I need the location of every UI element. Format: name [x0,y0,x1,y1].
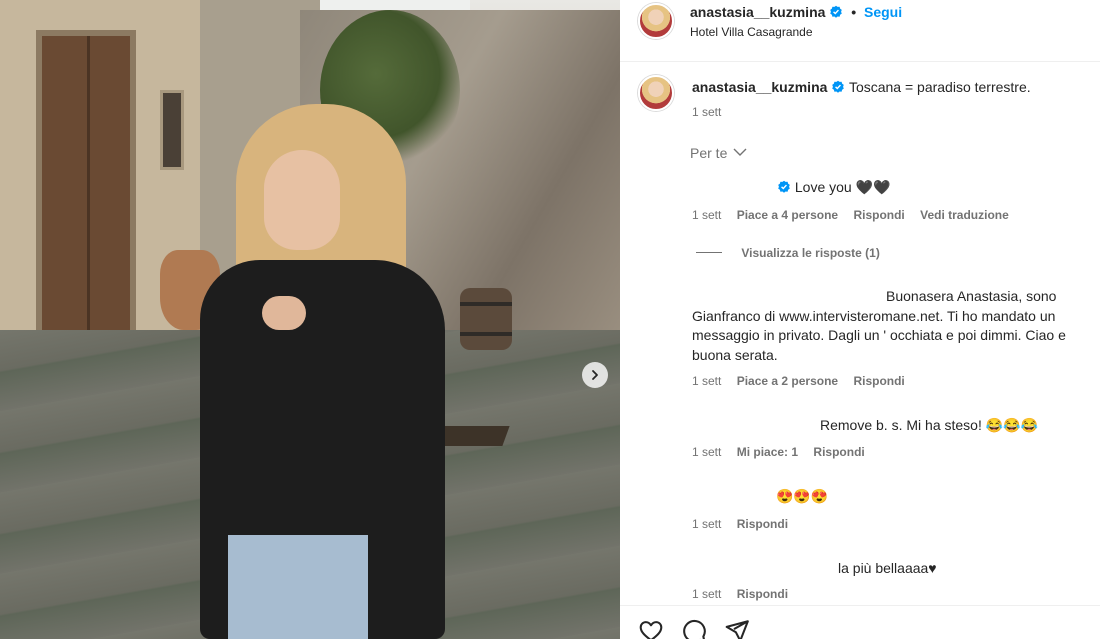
next-photo-button[interactable] [582,362,608,388]
comment-4: 😍😍😍 [776,488,829,504]
comment-meta: 1 sett Rispondi [692,587,788,601]
translate-button[interactable]: Vedi traduzione [920,208,1009,222]
comment-5: la più bellaaaa♥ [838,560,937,576]
comment-3: Remove b. s. Mi ha steso! 😂😂😂 [820,417,1039,433]
verified-badge-icon [832,80,845,93]
comment-2-line4: buona serata. [692,347,778,363]
caption-avatar[interactable] [638,75,674,111]
follow-button[interactable]: Segui [864,4,902,20]
comment-likes[interactable]: Mi piace: 1 [737,445,798,459]
comment-2-line1: Buonasera Anastasia, sono [886,288,1057,304]
chevron-right-icon [592,370,598,380]
location-link[interactable]: Hotel Villa Casagrande [690,25,813,39]
comments-filter-dropdown[interactable]: Per te [690,145,747,161]
post-details-panel: anastasia__kuzmina • Segui Hotel Villa C… [620,0,1100,639]
comment-meta: 1 sett Mi piace: 1 Rispondi [692,445,865,459]
chevron-down-icon [733,148,747,156]
verified-badge-icon [830,5,843,18]
comment-2-line2: Gianfranco di www.intervisteromane.net. … [692,308,1056,324]
reply-button[interactable]: Rispondi [853,208,904,222]
comment-time: 1 sett [692,445,722,459]
share-icon[interactable] [724,618,750,639]
comment-2-line3: messaggio in privato. Dagli un ' occhiat… [692,327,1066,343]
comment-1: Love you 🖤🖤 [777,177,890,197]
photo-door [36,30,136,350]
reply-button[interactable]: Rispondi [813,445,864,459]
post-photo [0,0,620,639]
caption-text: Toscana = paradiso terrestre. [848,79,1031,95]
header-username[interactable]: anastasia__kuzmina [690,4,825,20]
photo-person-face [264,150,340,250]
photo-barrel [460,288,512,350]
verified-badge-icon [778,180,790,193]
reply-button[interactable]: Rispondi [737,517,788,531]
comment-meta: 1 sett Piace a 2 persone Rispondi [692,374,905,388]
view-replies-label: Visualizza le risposte (1) [741,246,880,260]
comments-filter-label: Per te [690,145,728,161]
comment-time: 1 sett [692,587,722,601]
comment-time: 1 sett [692,208,722,222]
reply-button[interactable]: Rispondi [853,374,904,388]
post-header: anastasia__kuzmina • Segui Hotel Villa C… [620,0,1100,62]
comment-time: 1 sett [692,374,722,388]
comment-icon[interactable] [681,618,707,639]
reply-button[interactable]: Rispondi [737,587,788,601]
divider-line [696,252,722,253]
comment-likes[interactable]: Piace a 4 persone [737,208,838,222]
separator-dot: • [851,4,857,20]
comment-likes[interactable]: Piace a 2 persone [737,374,838,388]
action-bar [620,605,1100,639]
comment-time: 1 sett [692,517,722,531]
photo-window [160,90,184,170]
comment-meta: 1 sett Piace a 4 persone Rispondi Vedi t… [692,208,1009,222]
heart-icon[interactable] [638,618,664,639]
comment-meta: 1 sett Rispondi [692,517,788,531]
photo-person-jeans [228,535,368,639]
photo-person-hand [262,296,306,330]
caption-username[interactable]: anastasia__kuzmina [692,79,827,95]
comment-text: Love you 🖤🖤 [794,179,891,195]
avatar[interactable] [638,3,674,39]
view-replies-button[interactable]: Visualizza le risposte (1) [696,246,880,260]
caption-time: 1 sett [692,105,722,119]
